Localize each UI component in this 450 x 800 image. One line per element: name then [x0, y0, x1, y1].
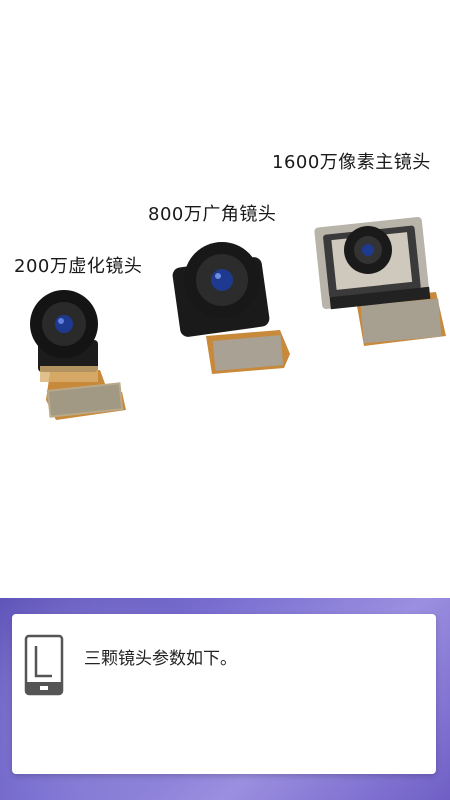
- label-8mp-wide-lens: 800万广角镜头: [148, 204, 277, 225]
- camera-module-2mp: [30, 290, 126, 420]
- camera-modules-photo: 200万虚化镜头 800万广角镜头 1600万像素主镜头: [0, 0, 450, 600]
- camera-module-16mp: [314, 216, 446, 346]
- message-panel: 三颗镜头参数如下。: [0, 598, 450, 800]
- camera-module-8mp: [172, 242, 290, 374]
- label-2mp-bokeh-lens: 200万虚化镜头: [14, 256, 143, 277]
- message-card[interactable]: 三颗镜头参数如下。: [12, 614, 436, 774]
- label-16mp-main-lens: 1600万像素主镜头: [272, 152, 431, 173]
- message-text: 三颗镜头参数如下。: [84, 649, 237, 669]
- camera-modules-illustration: [30, 216, 446, 420]
- phone-outline-icon: [22, 632, 66, 698]
